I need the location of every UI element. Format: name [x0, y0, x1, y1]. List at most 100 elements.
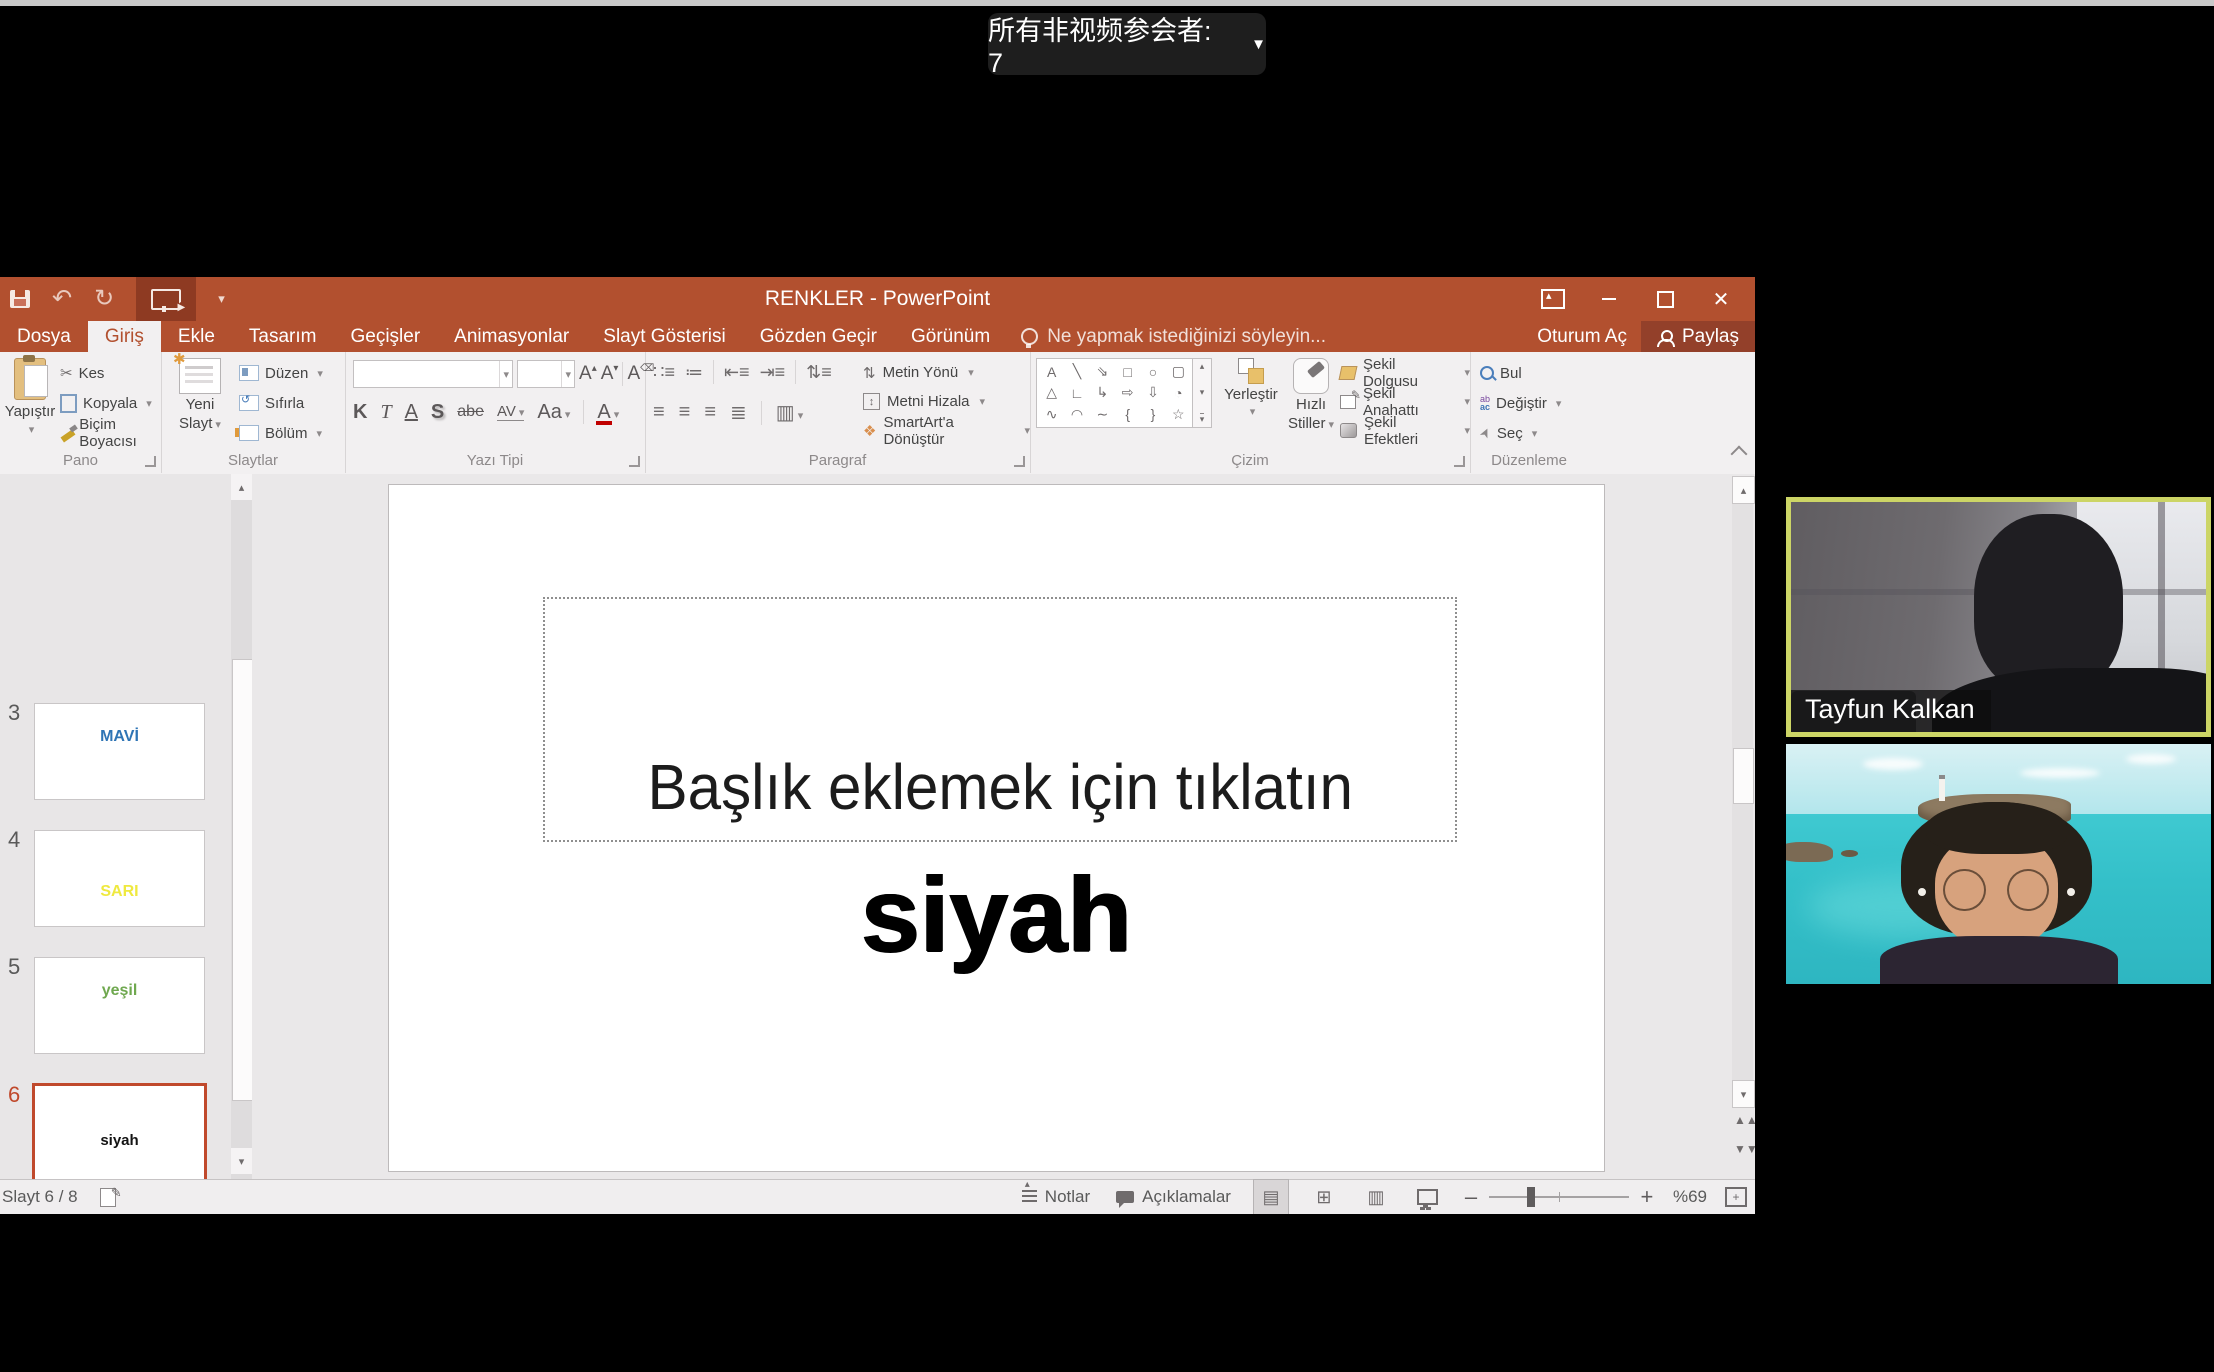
shape-outline-button[interactable]: Şekil Anahattı ▾ — [1340, 387, 1470, 416]
scroll-up-icon[interactable]: ▴ — [1732, 476, 1755, 504]
shape-elbow-icon[interactable]: ∟ — [1070, 385, 1084, 401]
shape-effects-button[interactable]: Şekil Efektleri ▾ — [1340, 416, 1470, 445]
shape-rounded-rect-icon[interactable]: ▢ — [1172, 363, 1185, 380]
zoom-slider-thumb[interactable] — [1527, 1187, 1535, 1207]
view-normal-button[interactable]: ▤ — [1253, 1179, 1289, 1214]
shape-oval-icon[interactable]: ○ — [1149, 364, 1157, 380]
underline-button[interactable]: A — [405, 401, 418, 424]
comments-button[interactable]: Açıklamalar — [1112, 1180, 1235, 1214]
view-slideshow-button[interactable] — [1411, 1180, 1445, 1214]
font-size-combobox[interactable]: ▾ — [517, 360, 575, 388]
previous-slide-button[interactable]: ▲▲ — [1734, 1117, 1750, 1124]
tab-tasarim[interactable]: Tasarım — [232, 321, 334, 352]
cut-button[interactable]: ✂ Kes — [60, 358, 161, 388]
scroll-down-icon[interactable]: ▾ — [231, 1148, 252, 1174]
shape-left-brace-icon[interactable]: { — [1125, 406, 1130, 422]
shape-right-arrow-icon[interactable]: ⇨ — [1122, 384, 1134, 401]
align-center-button[interactable]: ≡ — [679, 401, 691, 424]
tab-giris[interactable]: Giriş — [88, 321, 161, 352]
shapes-gallery[interactable]: A ╲ ⇘ □ ○ ▢ △ ∟ ↳ ⇨ ⇩ ◔ ∿ ◠ ∼ { } — [1036, 358, 1194, 428]
slide-thumbnail-5[interactable]: yeşil — [34, 957, 205, 1054]
grow-font-button[interactable]: A▴ — [579, 363, 597, 385]
tab-animasyonlar[interactable]: Animasyonlar — [437, 321, 586, 352]
slide-thumbnail-6-selected[interactable]: siyah — [32, 1083, 207, 1179]
font-name-combobox[interactable]: ▾ — [353, 360, 513, 388]
title-placeholder[interactable]: Başlık eklemek için tıklatın — [543, 597, 1457, 842]
dialog-launcher-icon[interactable] — [629, 456, 640, 467]
collapse-ribbon-icon[interactable] — [1731, 446, 1748, 463]
text-direction-button[interactable]: ⇅ Metin Yönü ▾ — [863, 358, 1030, 387]
align-left-button[interactable]: ≡ — [653, 401, 665, 424]
redo-icon[interactable]: ↻ — [94, 287, 114, 311]
participants-button[interactable]: 所有非视频参会者: 7 ▼ — [988, 13, 1266, 75]
slide-title-text[interactable]: siyah — [389, 855, 1604, 976]
shape-right-brace-icon[interactable]: } — [1151, 406, 1156, 422]
align-right-button[interactable]: ≡ — [704, 401, 716, 424]
select-button[interactable]: ➤ Seç ▾ — [1480, 418, 1561, 448]
undo-icon[interactable]: ↶ — [52, 287, 72, 311]
tab-ekle[interactable]: Ekle — [161, 321, 232, 352]
smartart-button[interactable]: ❖ SmartArt'a Dönüştür ▾ — [863, 416, 1030, 445]
video-tile-active-speaker[interactable]: Tayfun Kalkan — [1786, 497, 2211, 737]
find-button[interactable]: Bul — [1480, 358, 1561, 388]
zoom-out-button[interactable]: – — [1463, 1184, 1479, 1210]
scroll-up-icon[interactable]: ▴ — [231, 474, 252, 500]
strikethrough-button[interactable]: abe — [457, 403, 484, 421]
columns-button[interactable]: ▥▾ — [776, 400, 803, 425]
section-button[interactable]: Bölüm ▾ — [239, 418, 323, 448]
dialog-launcher-icon[interactable] — [1014, 456, 1025, 467]
quick-styles-button[interactable]: Hızlı Stiller▾ — [1278, 358, 1344, 432]
shape-line-icon[interactable]: ╲ — [1073, 363, 1081, 380]
shape-star-icon[interactable]: ☆ — [1172, 406, 1185, 423]
thumbnail-panel-scrollbar[interactable]: ▴ ▾ — [231, 474, 252, 1179]
scrollbar-thumb[interactable] — [232, 659, 252, 1101]
zoom-slider[interactable] — [1489, 1196, 1629, 1198]
shape-arrow-icon[interactable]: ⇘ — [1096, 363, 1108, 380]
sign-in-button[interactable]: Oturum Aç — [1523, 321, 1641, 352]
layout-button[interactable]: Düzen ▾ — [239, 358, 323, 388]
tab-slayt-gosterisi[interactable]: Slayt Gösterisi — [586, 321, 742, 352]
current-slide[interactable]: Başlık eklemek için tıklatın siyah — [388, 484, 1605, 1172]
fit-slide-to-window-button[interactable] — [1725, 1187, 1747, 1207]
dialog-launcher-icon[interactable] — [1454, 456, 1465, 467]
shape-triangle-icon[interactable]: △ — [1046, 384, 1057, 401]
new-slide-button[interactable]: Yeni Slayt▾ — [169, 358, 231, 462]
view-slide-sorter-button[interactable]: ⊞ — [1307, 1180, 1341, 1214]
next-slide-button[interactable]: ▼▼ — [1734, 1146, 1750, 1153]
change-case-button[interactable]: Aa▾ — [537, 401, 570, 424]
shape-elbow-arrow-icon[interactable]: ↳ — [1096, 384, 1108, 401]
ribbon-display-options-button[interactable] — [1525, 277, 1581, 321]
justify-button[interactable]: ≣ — [730, 400, 747, 425]
tab-gozden-gecir[interactable]: Gözden Geçir — [743, 321, 894, 352]
tell-me-box[interactable]: Ne yapmak istediğinizi söyleyin... — [1007, 321, 1326, 352]
paste-dropdown-icon[interactable]: ▾ — [29, 423, 35, 436]
shape-textbox-icon[interactable]: A — [1047, 364, 1056, 380]
numbering-button[interactable]: ≔ — [685, 362, 703, 383]
shape-down-arrow-icon[interactable]: ⇩ — [1147, 384, 1159, 401]
start-slideshow-button[interactable] — [136, 277, 196, 321]
shape-pie-icon[interactable]: ◔ — [1174, 385, 1182, 401]
slide-scrollbar[interactable]: ▴ ▾ — [1732, 476, 1753, 1108]
align-text-button[interactable]: ↕ Metni Hizala ▾ — [863, 387, 1030, 416]
bold-button[interactable]: K — [353, 401, 367, 424]
zoom-level-label[interactable]: %69 — [1673, 1187, 1707, 1207]
format-painter-button[interactable]: Biçim Boyacısı — [60, 418, 161, 448]
slide-thumbnail-4[interactable]: SARI — [34, 830, 205, 927]
dialog-launcher-icon[interactable] — [145, 456, 156, 467]
scrollbar-thumb[interactable] — [1733, 748, 1754, 804]
replace-button[interactable]: abac Değiştir ▾ — [1480, 388, 1561, 418]
indent-increase-button[interactable]: ⇥≡ — [760, 362, 786, 383]
line-spacing-button[interactable]: ⇅≡ — [806, 362, 832, 383]
restore-button[interactable] — [1637, 277, 1693, 321]
shape-rectangle-icon[interactable]: □ — [1123, 364, 1131, 380]
shape-curve-icon[interactable]: ∼ — [1096, 406, 1108, 423]
save-icon[interactable] — [10, 290, 30, 308]
tab-gecisler[interactable]: Geçişler — [333, 321, 437, 352]
share-button[interactable]: Paylaş — [1641, 321, 1755, 352]
shape-fill-button[interactable]: Şekil Dolgusu ▾ — [1340, 358, 1470, 387]
minimize-button[interactable] — [1581, 277, 1637, 321]
font-color-button[interactable]: A▾ — [597, 401, 619, 424]
paste-button[interactable]: Yapıştır ▾ — [4, 358, 56, 462]
bullets-button[interactable]: ∷≡ — [653, 362, 675, 383]
slide-thumbnail-3[interactable]: MAVİ — [34, 703, 205, 800]
